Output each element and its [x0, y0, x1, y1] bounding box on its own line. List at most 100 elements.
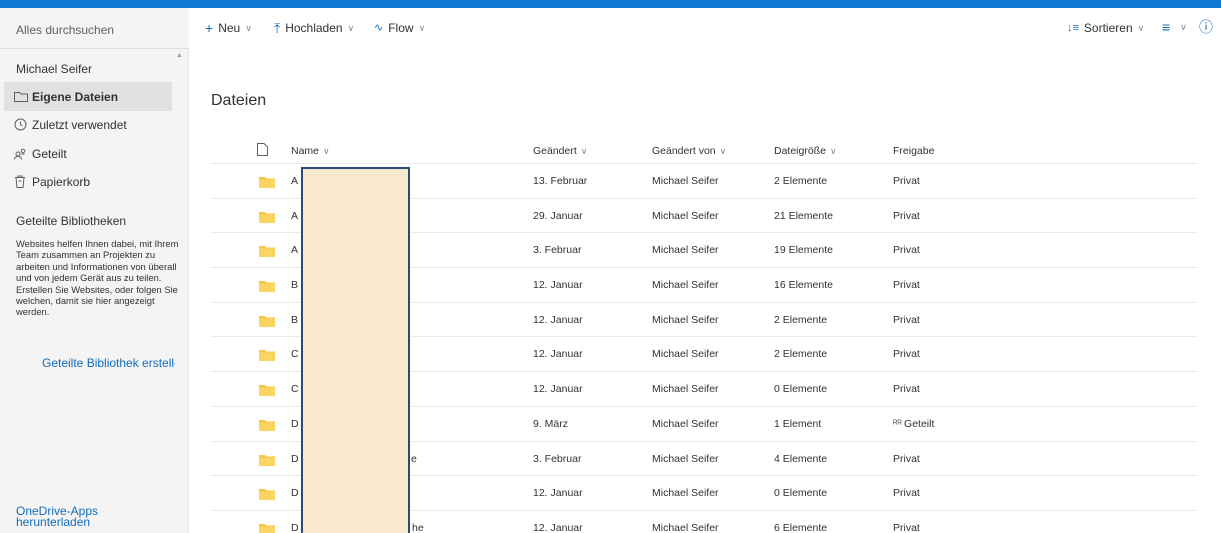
sort-label: Sortieren [1083, 21, 1133, 35]
sharing-status: Privat [893, 348, 920, 361]
file-name[interactable]: C [291, 383, 299, 395]
sidebar-item-recent[interactable]: Zuletzt verwendet [4, 110, 172, 139]
left-navigation: Alles durchsuchen ▲ Michael Seifer Eigen… [0, 8, 189, 533]
flow-button[interactable]: ∿ Flow ∨ [374, 21, 425, 35]
file-size: 0 Elemente [774, 383, 828, 396]
column-header-modified-by[interactable]: Geändert von ∨ [652, 145, 726, 157]
folder-icon [259, 419, 275, 431]
file-name[interactable]: A [291, 244, 298, 256]
column-label: Geändert [533, 145, 577, 157]
file-type-icon[interactable] [257, 143, 268, 159]
file-size: 4 Elemente [774, 452, 828, 465]
file-size: 6 Elemente [774, 521, 828, 533]
sidebar-item-label: Eigene Dateien [32, 89, 119, 104]
file-size: 0 Elemente [774, 487, 828, 500]
onedrive-apps-link[interactable]: OneDrive-Apps herunterladen [16, 505, 116, 528]
folder-icon [259, 350, 275, 362]
chevron-down-icon: ∨ [245, 22, 252, 33]
redaction-box [301, 167, 410, 533]
new-button[interactable]: + Neu ∨ [205, 21, 252, 35]
column-label: Name [291, 145, 320, 157]
folder-icon [259, 454, 275, 466]
column-header-size[interactable]: Dateigröße ∨ [774, 145, 837, 157]
shared-people-icon: ᴿᴿ [893, 418, 903, 430]
upload-icon: ⤒ [274, 20, 281, 36]
file-name[interactable]: B [291, 279, 298, 291]
file-name[interactable]: A [291, 175, 298, 187]
page-title: Dateien [211, 92, 267, 109]
search-box[interactable]: Alles durchsuchen [0, 8, 189, 49]
new-label: Neu [218, 21, 241, 35]
modified-by: Michael Seifer [652, 452, 719, 465]
modified-by: Michael Seifer [652, 209, 719, 222]
sidebar-item-shared[interactable]: Geteilt [4, 139, 172, 168]
shared-people-icon [4, 148, 32, 160]
modified-date: 12. Januar [533, 487, 583, 500]
file-name[interactable]: D [291, 418, 299, 430]
folder-icon [259, 523, 275, 533]
modified-date: 3. Februar [533, 452, 582, 465]
history-icon [4, 118, 32, 131]
chevron-down-icon: ∨ [418, 22, 426, 33]
file-name[interactable]: A [291, 210, 298, 222]
view-options-button[interactable]: ≡ ∨ [1162, 20, 1187, 34]
sharing-status: Privat [893, 521, 920, 533]
file-name[interactable]: B [291, 314, 298, 326]
column-header-modified[interactable]: Geändert ∨ [533, 145, 587, 157]
recycle-bin-icon [4, 175, 32, 188]
file-size: 16 Elemente [774, 279, 833, 292]
sidebar-item-label: Zuletzt verwendet [32, 117, 127, 132]
sidebar-item-my-files[interactable]: Eigene Dateien [4, 82, 172, 111]
modified-date: 29. Januar [533, 209, 583, 222]
sort-button[interactable]: ↓≡ Sortieren ∨ [1067, 21, 1144, 35]
column-header-sharing[interactable]: Freigabe [893, 145, 934, 157]
file-name[interactable]: D [291, 453, 299, 465]
file-size: 2 Elemente [774, 313, 828, 326]
modified-date: 12. Januar [533, 279, 583, 292]
column-label: Freigabe [893, 145, 935, 157]
sharing-status: Privat [893, 244, 920, 257]
scroll-up-arrow-icon[interactable]: ▲ [176, 52, 183, 59]
flow-icon: ∿ [374, 22, 384, 34]
column-header-name[interactable]: Name ∨ [291, 145, 330, 157]
folder-icon [259, 246, 275, 258]
sidebar-item-recycle-bin[interactable]: Papierkorb [4, 167, 172, 196]
file-name[interactable]: D [291, 522, 299, 533]
chevron-down-icon: ∨ [829, 146, 837, 156]
folder-icon [259, 385, 275, 397]
sidebar-item-label: Geteilt [32, 146, 67, 161]
plus-icon: + [205, 20, 214, 36]
info-button[interactable]: ⓘ [1199, 19, 1218, 35]
sharing-status: Privat [893, 452, 920, 465]
info-icon: ⓘ [1199, 19, 1213, 35]
sharing-label: Geteilt [904, 417, 935, 430]
sharing-status: Privat [893, 383, 920, 396]
chevron-down-icon: ∨ [1180, 21, 1187, 32]
folder-icon [259, 281, 275, 293]
upload-button[interactable]: ⤒ Hochladen ∨ [274, 21, 354, 35]
suite-header-bar [0, 0, 1221, 8]
modified-date: 12. Januar [533, 348, 583, 361]
modified-by: Michael Seifer [652, 417, 719, 430]
file-name[interactable]: D [291, 487, 299, 499]
file-name[interactable]: C [291, 348, 299, 360]
modified-by: Michael Seifer [652, 383, 719, 396]
modified-by: Michael Seifer [652, 279, 719, 292]
folder-icon [259, 177, 275, 188]
chevron-down-icon: ∨ [1137, 22, 1145, 33]
sharing-status: ᴿᴿ Geteilt [893, 418, 934, 430]
file-name-tail: he [412, 521, 424, 533]
file-name-tail: e [411, 452, 417, 465]
column-label: Geändert von [652, 145, 716, 157]
user-name: Michael Seifer [16, 62, 93, 76]
create-shared-library-link[interactable]: Geteilte Bibliothek erstellen [42, 356, 175, 370]
sharing-status: Privat [893, 487, 920, 500]
sharing-status: Privat [893, 279, 920, 292]
shared-libraries-heading: Geteilte Bibliotheken [16, 214, 127, 228]
folder-icon [259, 489, 275, 501]
folder-icon [4, 91, 32, 102]
chevron-down-icon: ∨ [580, 146, 588, 156]
modified-date: 13. Februar [533, 175, 588, 187]
modified-date: 12. Januar [533, 383, 583, 396]
chevron-down-icon: ∨ [323, 146, 330, 156]
